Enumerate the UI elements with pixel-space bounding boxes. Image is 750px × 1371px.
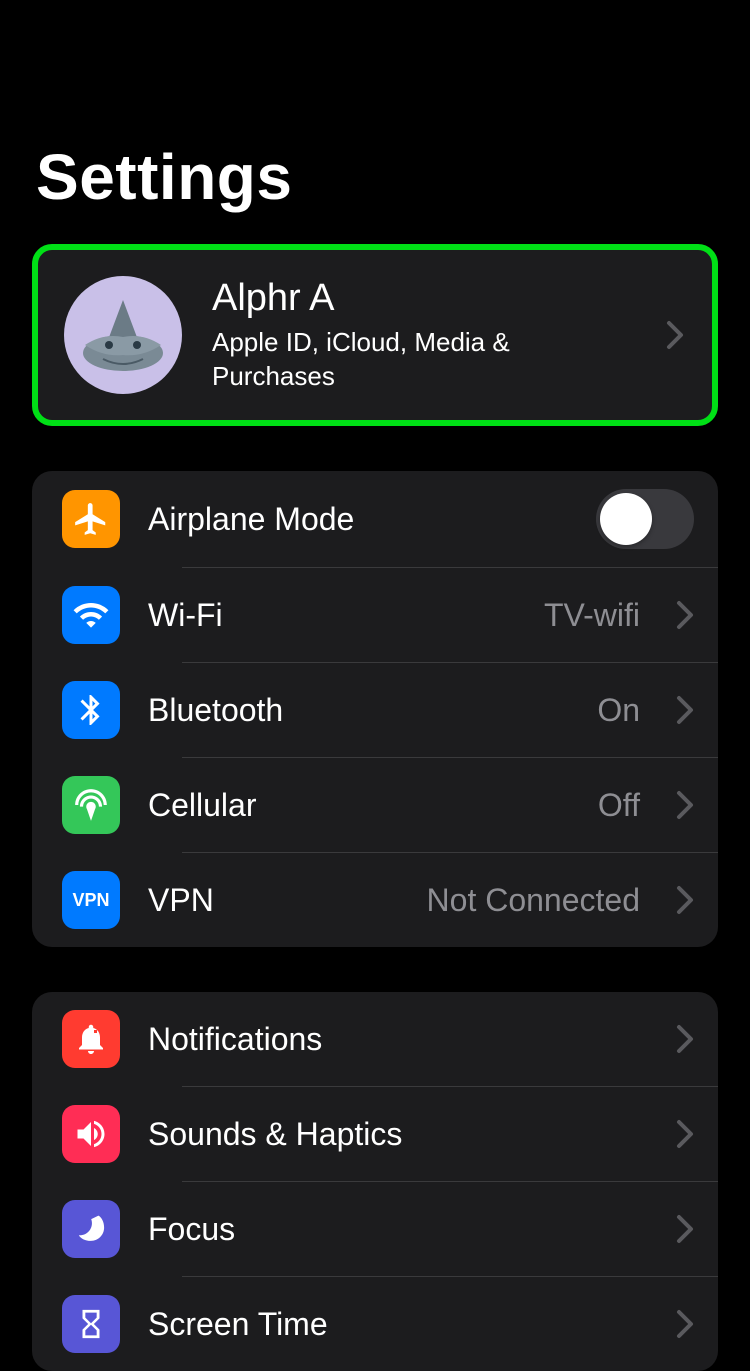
chevron-right-icon	[676, 1119, 694, 1149]
cellular-row[interactable]: Cellular Off	[32, 758, 718, 852]
wifi-label: Wi-Fi	[148, 597, 516, 634]
wifi-value: TV-wifi	[544, 597, 640, 634]
moon-icon	[62, 1200, 120, 1258]
account-subtitle: Apple ID, iCloud, Media & Purchases	[212, 326, 532, 394]
bluetooth-value: On	[597, 692, 640, 729]
page-title: Settings	[0, 0, 750, 244]
toggle-knob	[600, 493, 652, 545]
account-name: Alphr A	[212, 277, 636, 320]
feedback-section: Notifications Sounds & Haptics Focus Scr…	[32, 992, 718, 1371]
wifi-icon	[62, 586, 120, 644]
connectivity-section: Airplane Mode Wi-Fi TV-wifi Bluetooth On…	[32, 471, 718, 947]
apple-id-row[interactable]: Alphr A Apple ID, iCloud, Media & Purcha…	[38, 250, 712, 420]
screen-time-label: Screen Time	[148, 1306, 648, 1343]
cellular-value: Off	[598, 787, 640, 824]
sounds-row[interactable]: Sounds & Haptics	[32, 1087, 718, 1181]
svg-text:VPN: VPN	[72, 890, 109, 910]
sounds-label: Sounds & Haptics	[148, 1116, 648, 1153]
bluetooth-icon	[62, 681, 120, 739]
screen-time-row[interactable]: Screen Time	[32, 1277, 718, 1371]
chevron-right-icon	[676, 1309, 694, 1339]
speaker-icon	[62, 1105, 120, 1163]
airplane-mode-toggle[interactable]	[596, 489, 694, 549]
bluetooth-label: Bluetooth	[148, 692, 569, 729]
bluetooth-row[interactable]: Bluetooth On	[32, 663, 718, 757]
chevron-right-icon	[676, 1024, 694, 1054]
chevron-right-icon	[676, 885, 694, 915]
focus-row[interactable]: Focus	[32, 1182, 718, 1276]
vpn-label: VPN	[148, 882, 399, 919]
shark-avatar-icon	[73, 285, 173, 385]
hourglass-icon	[62, 1295, 120, 1353]
cellular-label: Cellular	[148, 787, 570, 824]
chevron-right-icon	[676, 1214, 694, 1244]
wifi-row[interactable]: Wi-Fi TV-wifi	[32, 568, 718, 662]
account-text: Alphr A Apple ID, iCloud, Media & Purcha…	[212, 277, 636, 394]
cellular-icon	[62, 776, 120, 834]
chevron-right-icon	[676, 600, 694, 630]
vpn-value: Not Connected	[427, 882, 640, 919]
vpn-icon: VPN	[62, 871, 120, 929]
bell-icon	[62, 1010, 120, 1068]
airplane-icon	[62, 490, 120, 548]
airplane-mode-label: Airplane Mode	[148, 501, 568, 538]
avatar	[64, 276, 182, 394]
focus-label: Focus	[148, 1211, 648, 1248]
chevron-right-icon	[676, 790, 694, 820]
airplane-mode-row[interactable]: Airplane Mode	[32, 471, 718, 567]
account-section: Alphr A Apple ID, iCloud, Media & Purcha…	[32, 244, 718, 426]
vpn-row[interactable]: VPN VPN Not Connected	[32, 853, 718, 947]
notifications-label: Notifications	[148, 1021, 648, 1058]
notifications-row[interactable]: Notifications	[32, 992, 718, 1086]
chevron-right-icon	[666, 320, 684, 350]
chevron-right-icon	[676, 695, 694, 725]
